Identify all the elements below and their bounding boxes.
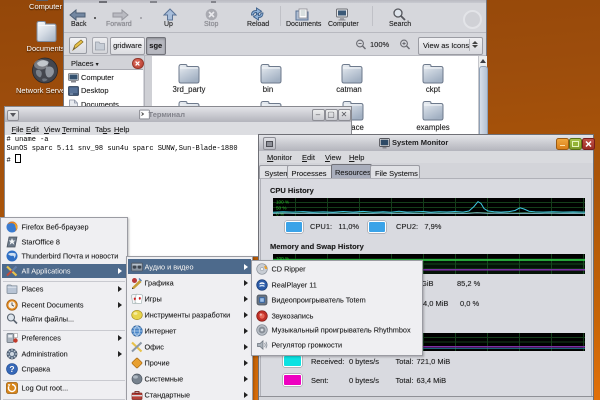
svg-text:100 %: 100 %	[276, 199, 289, 204]
svg-text:?: ?	[9, 364, 14, 374]
svg-text:50 %: 50 %	[276, 205, 286, 210]
